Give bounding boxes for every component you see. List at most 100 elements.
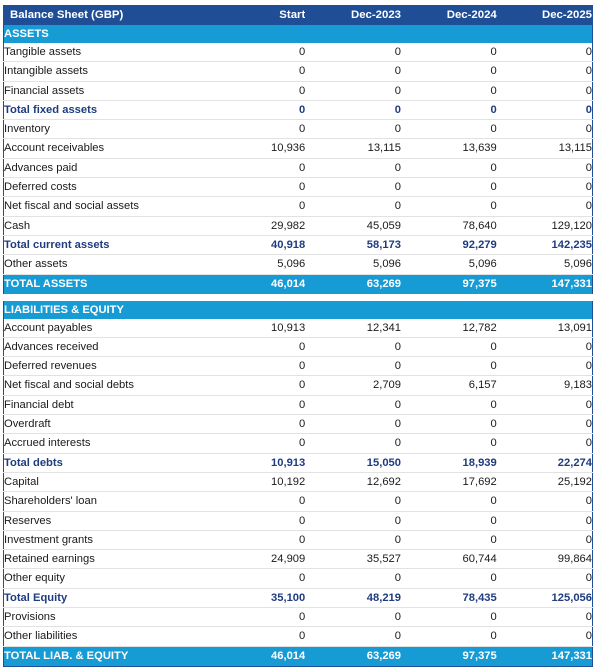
row-value-2: 0 bbox=[305, 626, 401, 647]
row-label: Inventory bbox=[3, 119, 210, 140]
row-value-2: 0 bbox=[305, 607, 401, 628]
row-value-2: 0 bbox=[305, 177, 401, 198]
total-row-value-2: 63,269 bbox=[305, 274, 401, 294]
row-value-2: 35,527 bbox=[305, 549, 401, 570]
table-row: Total debts 10,913 15,050 18,939 22,274 bbox=[3, 453, 593, 473]
row-value-3: 0 bbox=[401, 61, 497, 82]
row-value-1: 0 bbox=[209, 375, 306, 396]
section-band-liabilities-equity: LIABILITIES & EQUITY bbox=[3, 300, 593, 319]
row-value-3: 0 bbox=[401, 530, 497, 551]
table-row: Account receivables 10,936 13,115 13,639 13,… bbox=[3, 138, 593, 159]
row-label: Account receivables bbox=[3, 138, 210, 159]
row-value-3: 0 bbox=[401, 568, 497, 589]
row-value-4: 0 bbox=[496, 626, 593, 647]
row-value-2: 0 bbox=[305, 395, 401, 416]
total-row-label: TOTAL LIAB. & EQUITY bbox=[3, 646, 210, 667]
row-value-4: 0 bbox=[496, 395, 593, 416]
row-value-2: 0 bbox=[305, 530, 401, 551]
balance-sheet-container: Balance Sheet (GBP) Start Dec-2023 Dec-2024… bbox=[3, 5, 593, 667]
row-value-3: 78,640 bbox=[401, 216, 497, 236]
row-value-1: 0 bbox=[209, 395, 306, 416]
row-value-3: 0 bbox=[401, 119, 497, 140]
row-value-4: 0 bbox=[496, 530, 593, 551]
total-row-value-4: 147,331 bbox=[496, 646, 593, 667]
row-value-1: 0 bbox=[209, 158, 306, 179]
table-row: Other assets 5,096 5,096 5,096 5,096 bbox=[3, 254, 593, 275]
row-value-1: 0 bbox=[209, 414, 306, 435]
row-value-2: 0 bbox=[305, 81, 401, 101]
row-value-1: 0 bbox=[209, 511, 306, 531]
row-label: Overdraft bbox=[3, 414, 210, 435]
row-value-2: 0 bbox=[305, 43, 401, 63]
row-value-1: 0 bbox=[209, 626, 306, 647]
row-label: Intangible assets bbox=[3, 61, 210, 82]
row-value-3: 0 bbox=[401, 43, 497, 63]
row-label: Net fiscal and social assets bbox=[3, 196, 210, 217]
row-value-3: 13,639 bbox=[401, 138, 497, 159]
section-band-label: ASSETS bbox=[3, 25, 593, 43]
row-label: Total debts bbox=[3, 453, 210, 473]
table-row: Advances received 0 0 0 0 bbox=[3, 337, 593, 358]
row-value-4: 0 bbox=[496, 158, 593, 179]
row-value-3: 0 bbox=[401, 177, 497, 198]
row-value-1: 0 bbox=[209, 530, 306, 551]
row-value-4: 99,864 bbox=[496, 549, 593, 570]
row-value-3: 0 bbox=[401, 81, 497, 101]
row-value-2: 0 bbox=[305, 568, 401, 589]
row-value-4: 0 bbox=[496, 607, 593, 628]
row-value-2: 0 bbox=[305, 356, 401, 377]
table-row: Account payables 10,913 12,341 12,782 13,091 bbox=[3, 318, 593, 338]
row-value-1: 0 bbox=[209, 337, 306, 358]
row-value-1: 35,100 bbox=[209, 588, 306, 609]
row-label: Accrued interests bbox=[3, 433, 210, 454]
table-row: Capital 10,192 12,692 17,692 25,192 bbox=[3, 472, 593, 493]
row-value-2: 5,096 bbox=[305, 254, 401, 275]
table-row: Tangible assets 0 0 0 0 bbox=[3, 43, 593, 63]
row-value-4: 22,274 bbox=[496, 453, 593, 473]
row-value-3: 0 bbox=[401, 196, 497, 217]
row-value-4: 125,056 bbox=[496, 588, 593, 609]
row-value-3: 0 bbox=[401, 607, 497, 628]
row-value-4: 13,091 bbox=[496, 318, 593, 338]
row-label: Retained earnings bbox=[3, 549, 210, 570]
row-value-4: 0 bbox=[496, 337, 593, 358]
table-row: Cash 29,982 45,059 78,640 129,120 bbox=[3, 216, 593, 236]
row-value-4: 0 bbox=[496, 196, 593, 217]
row-label: Reserves bbox=[3, 511, 210, 531]
row-value-2: 12,692 bbox=[305, 472, 401, 493]
table-row: Deferred revenues 0 0 0 0 bbox=[3, 356, 593, 377]
column-header-1: Start bbox=[209, 5, 306, 25]
table-row: Total current assets 40,918 58,173 92,279 14… bbox=[3, 235, 593, 256]
table-row: Advances paid 0 0 0 0 bbox=[3, 158, 593, 179]
row-value-4: 13,115 bbox=[496, 138, 593, 159]
row-label: Account payables bbox=[3, 318, 210, 338]
row-value-3: 92,279 bbox=[401, 235, 497, 256]
total-row-value-2: 63,269 bbox=[305, 646, 401, 667]
row-value-3: 6,157 bbox=[401, 375, 497, 396]
row-value-3: 0 bbox=[401, 414, 497, 435]
table-row: Other liabilities 0 0 0 0 bbox=[3, 626, 593, 647]
row-label: Tangible assets bbox=[3, 43, 210, 63]
row-value-1: 0 bbox=[209, 433, 306, 454]
row-value-1: 0 bbox=[209, 568, 306, 589]
total-row-value-3: 97,375 bbox=[401, 274, 497, 294]
row-value-3: 18,939 bbox=[401, 453, 497, 473]
row-value-1: 10,192 bbox=[209, 472, 306, 493]
row-value-4: 129,120 bbox=[496, 216, 593, 236]
row-value-4: 5,096 bbox=[496, 254, 593, 275]
table-row: Financial assets 0 0 0 0 bbox=[3, 81, 593, 101]
table-row: Retained earnings 24,909 35,527 60,744 99,86… bbox=[3, 549, 593, 570]
table-row: Provisions 0 0 0 0 bbox=[3, 607, 593, 628]
row-label: Provisions bbox=[3, 607, 210, 628]
table-row: Other equity 0 0 0 0 bbox=[3, 568, 593, 589]
row-label: Cash bbox=[3, 216, 210, 236]
row-value-1: 10,913 bbox=[209, 318, 306, 338]
row-value-2: 0 bbox=[305, 337, 401, 358]
column-header-3: Dec-2024 bbox=[401, 5, 497, 25]
row-label: Capital bbox=[3, 472, 210, 493]
row-value-2: 12,341 bbox=[305, 318, 401, 338]
total-row-value-1: 46,014 bbox=[209, 646, 306, 667]
column-header-2: Dec-2023 bbox=[305, 5, 401, 25]
row-value-4: 0 bbox=[496, 61, 593, 82]
row-value-1: 10,936 bbox=[209, 138, 306, 159]
